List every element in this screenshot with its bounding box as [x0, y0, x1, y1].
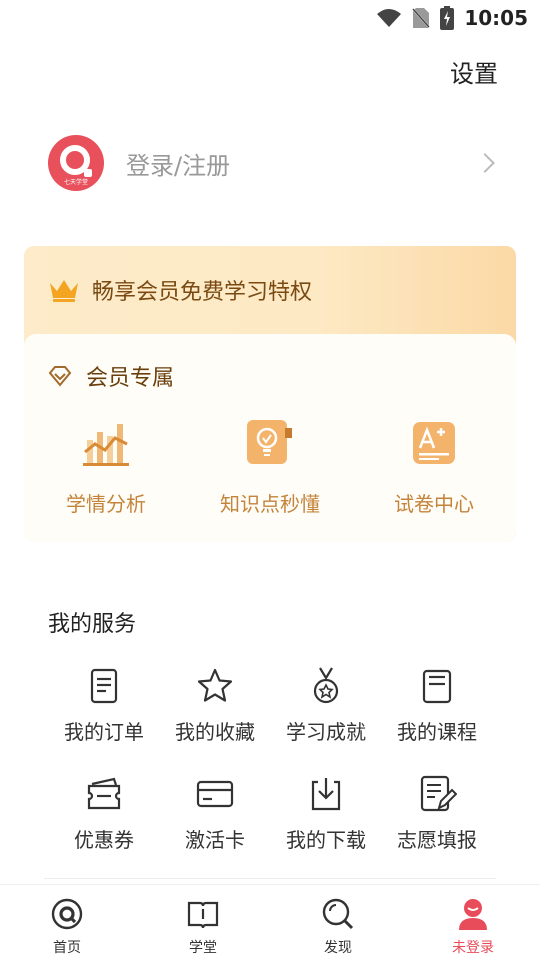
service-label: 激活卡 [185, 828, 245, 852]
medal-icon [313, 667, 339, 704]
perk-label: 试卷中心 [394, 492, 474, 516]
service-label: 学习成就 [286, 720, 366, 744]
perk-learning-analysis[interactable]: 学情分析 [24, 418, 188, 517]
service-label: 志愿填报 [397, 828, 477, 852]
perk-knowledge-points[interactable]: 知识点秒懂 [188, 418, 352, 517]
order-list-icon [90, 668, 118, 704]
course-book-icon [422, 669, 452, 704]
star-icon [197, 668, 233, 702]
member-exclusive-panel: 会员专属 学情分析 知识点秒懂 试卷中心 [24, 334, 516, 542]
service-coupons[interactable]: 优惠券 [48, 774, 160, 853]
divider [44, 878, 496, 879]
member-exclusive-label: 会员专属 [86, 366, 175, 391]
crown-icon [50, 280, 78, 302]
member-card-title: 畅享会员免费学习特权 [92, 280, 313, 305]
open-book-icon [187, 901, 219, 929]
service-my-downloads[interactable]: 我的下载 [270, 774, 382, 853]
coupon-icon [87, 777, 121, 810]
status-time: 10:05 [464, 6, 528, 30]
perk-label: 知识点秒懂 [220, 492, 320, 516]
member-card-header: 畅享会员免费学习特权 [24, 246, 516, 334]
search-icon [322, 898, 354, 930]
member-card[interactable]: 畅享会员免费学习特权 会员专属 学情分析 知识点秒懂 试卷中心 [24, 246, 516, 542]
service-my-orders[interactable]: 我的订单 [48, 666, 160, 745]
service-my-favorites[interactable]: 我的收藏 [159, 666, 271, 745]
user-icon [459, 899, 487, 930]
diamond-icon [48, 366, 72, 387]
avatar[interactable]: 七天学堂 [48, 135, 104, 191]
card-icon [196, 780, 234, 808]
services-section-title: 我的服务 [48, 612, 137, 637]
login-register-link[interactable]: 登录/注册 [126, 146, 478, 181]
home-logo-icon [51, 898, 83, 930]
lightbulb-icon [247, 420, 292, 464]
service-label: 我的收藏 [175, 720, 255, 744]
download-icon [311, 778, 341, 811]
edit-form-icon [420, 775, 457, 812]
nav-label: 未登录 [452, 940, 494, 956]
exam-paper-icon [413, 422, 455, 464]
no-sim-icon [412, 7, 431, 29]
nav-label: 学堂 [189, 940, 217, 956]
avatar-logo-tail [84, 169, 92, 177]
login-row[interactable]: 七天学堂 登录/注册 [48, 134, 500, 192]
settings-button[interactable]: 设置 [450, 54, 498, 89]
service-label: 我的下载 [286, 828, 366, 852]
service-label: 我的订单 [64, 720, 144, 744]
service-my-courses[interactable]: 我的课程 [381, 666, 493, 745]
nav-label: 首页 [53, 940, 81, 956]
perk-label: 学情分析 [66, 492, 146, 516]
perk-exam-center[interactable]: 试卷中心 [352, 418, 516, 517]
avatar-brand-text: 七天学堂 [63, 179, 88, 186]
service-label: 我的课程 [397, 720, 477, 744]
nav-discover[interactable]: 发现 [283, 897, 393, 957]
status-bar: 10:05 [0, 0, 540, 36]
bottom-nav: 首页 学堂 发现 未登录 [0, 884, 540, 960]
wifi-icon [377, 9, 402, 27]
nav-home[interactable]: 首页 [12, 897, 122, 957]
chevron-right-icon [475, 153, 495, 173]
service-activation-card[interactable]: 激活卡 [159, 774, 271, 853]
bar-chart-icon [83, 424, 129, 466]
nav-not-logged-in[interactable]: 未登录 [418, 897, 528, 957]
nav-school[interactable]: 学堂 [148, 897, 258, 957]
nav-label: 发现 [324, 940, 352, 956]
service-label: 优惠券 [74, 828, 134, 852]
service-learning-achievements[interactable]: 学习成就 [270, 666, 382, 745]
service-application-filling[interactable]: 志愿填报 [381, 774, 493, 853]
battery-charging-icon [440, 6, 455, 30]
